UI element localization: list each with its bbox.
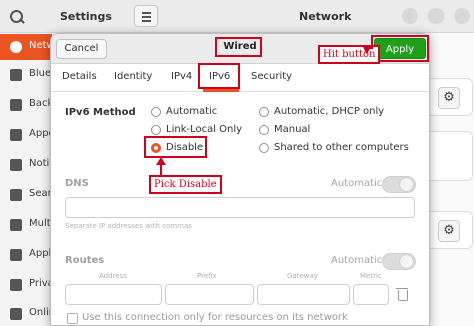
online-accounts-icon bbox=[10, 308, 22, 320]
only-resources-checkbox[interactable] bbox=[67, 313, 78, 324]
notifications-icon bbox=[10, 159, 22, 171]
radio-label: Automatic, DHCP only bbox=[274, 106, 385, 117]
network-icon bbox=[10, 41, 22, 53]
only-resources-label: Use this connection only for resources o… bbox=[82, 312, 348, 323]
sidebar-item-label: Netw bbox=[29, 40, 51, 51]
sidebar-item-bluetooth[interactable]: Blue bbox=[0, 62, 52, 88]
delete-route-icon[interactable] bbox=[393, 284, 411, 305]
ipv6-tab-highlight bbox=[198, 63, 240, 89]
settings-header-bar: Settings Network bbox=[0, 0, 474, 33]
sidebar-item-label: Priva bbox=[29, 278, 51, 289]
sidebar-item-notifications[interactable]: Noti bbox=[0, 152, 52, 178]
applications-icon bbox=[10, 249, 22, 261]
tab-identity[interactable]: Identity bbox=[114, 71, 152, 82]
dns-input[interactable] bbox=[65, 197, 415, 218]
dns-hint: Separate IP addresses with commas bbox=[65, 222, 192, 230]
routes-column-prefix: Prefix bbox=[197, 272, 217, 280]
tab-security[interactable]: Security bbox=[251, 71, 292, 82]
sidebar-item-privacy[interactable]: Priva bbox=[0, 272, 52, 298]
sidebar-item-applications[interactable]: Appl bbox=[0, 242, 52, 268]
route-address-input[interactable] bbox=[65, 284, 162, 305]
routes-label: Routes bbox=[65, 255, 105, 266]
radio-label: Shared to other computers bbox=[274, 142, 409, 153]
disable-option-highlight bbox=[144, 136, 207, 158]
route-metric-input[interactable] bbox=[353, 284, 389, 305]
bluetooth-icon bbox=[10, 69, 22, 81]
sidebar-item-label: Appl bbox=[29, 248, 51, 259]
radio-label: Automatic bbox=[166, 106, 218, 117]
radio-indicator bbox=[151, 125, 161, 135]
sidebar-item-label: Blue bbox=[29, 68, 51, 79]
radio-label: Link-Local Only bbox=[166, 124, 243, 135]
privacy-icon bbox=[10, 279, 22, 291]
menu-bar-icon bbox=[142, 20, 151, 22]
radio-indicator bbox=[259, 107, 269, 117]
dns-automatic-toggle[interactable] bbox=[382, 176, 416, 193]
menu-bar-icon bbox=[142, 12, 151, 14]
gear-icon[interactable]: ⚙ bbox=[438, 220, 460, 242]
ipv6-method-label: IPv6 Method bbox=[65, 107, 136, 118]
radio-label: Manual bbox=[274, 124, 311, 135]
dns-label: DNS bbox=[65, 178, 89, 189]
sidebar-item-appearance[interactable]: Appe bbox=[0, 122, 52, 148]
dns-automatic-label: Automatic bbox=[331, 178, 383, 189]
menu-bar-icon bbox=[142, 16, 151, 18]
tab-ipv4[interactable]: IPv4 bbox=[171, 71, 192, 82]
routes-column-gateway: Gateway bbox=[287, 272, 318, 280]
routes-column-address: Address bbox=[99, 272, 127, 280]
arrow-head-icon bbox=[156, 157, 166, 165]
minimize-button[interactable] bbox=[402, 8, 418, 24]
radio-indicator bbox=[259, 125, 269, 135]
settings-sidebar: Netw Blue Back Appe Noti Sear Mult Appl … bbox=[0, 33, 52, 326]
gear-icon[interactable]: ⚙ bbox=[438, 87, 460, 109]
menu-button[interactable] bbox=[134, 5, 158, 27]
sidebar-item-background[interactable]: Back bbox=[0, 92, 52, 118]
active-tab-indicator bbox=[203, 89, 239, 92]
route-gateway-input[interactable] bbox=[257, 284, 350, 305]
radio-indicator bbox=[259, 143, 269, 153]
sidebar-item-multitasking[interactable]: Mult bbox=[0, 212, 52, 238]
sidebar-item-label: Mult bbox=[29, 218, 51, 229]
sidebar-item-label: Appe bbox=[29, 128, 51, 139]
pick-disable-annotation: Pick Disable bbox=[149, 175, 222, 194]
network-panel-title: Network bbox=[299, 10, 352, 23]
appearance-icon bbox=[10, 129, 22, 141]
settings-title: Settings bbox=[60, 10, 112, 23]
sidebar-item-label: Onlin bbox=[29, 307, 51, 318]
dialog-tabs: Details Identity IPv4 IPv6 Security bbox=[51, 64, 429, 92]
sidebar-item-label: Noti bbox=[29, 158, 50, 169]
apply-button[interactable]: Apply bbox=[374, 38, 426, 59]
routes-column-metric: Metric bbox=[360, 272, 382, 280]
routes-automatic-toggle[interactable] bbox=[382, 253, 416, 270]
network-card: ⚙ bbox=[423, 78, 473, 116]
sidebar-item-network[interactable]: Netw bbox=[0, 34, 52, 60]
wired-title-highlight bbox=[215, 37, 262, 57]
network-card: ⚙ bbox=[423, 211, 473, 249]
tab-details[interactable]: Details bbox=[62, 71, 97, 82]
wired-settings-dialog: Cancel Wired Details Identity IPv4 IPv6 … bbox=[50, 33, 430, 326]
network-card bbox=[423, 131, 473, 181]
search-icon[interactable] bbox=[6, 6, 28, 28]
route-prefix-input[interactable] bbox=[165, 284, 254, 305]
routes-automatic-label: Automatic bbox=[331, 255, 383, 266]
sidebar-item-label: Sear bbox=[29, 188, 51, 199]
cancel-button[interactable]: Cancel bbox=[56, 39, 107, 59]
multitasking-icon bbox=[10, 219, 22, 231]
close-button[interactable] bbox=[454, 8, 470, 24]
sidebar-item-online-accounts[interactable]: Onlin bbox=[0, 301, 52, 326]
radio-indicator bbox=[151, 107, 161, 117]
background-icon bbox=[10, 99, 22, 111]
sidebar-item-label: Back bbox=[29, 98, 51, 109]
sidebar-item-search[interactable]: Sear bbox=[0, 182, 52, 208]
search-icon bbox=[10, 189, 22, 201]
maximize-button[interactable] bbox=[428, 8, 444, 24]
